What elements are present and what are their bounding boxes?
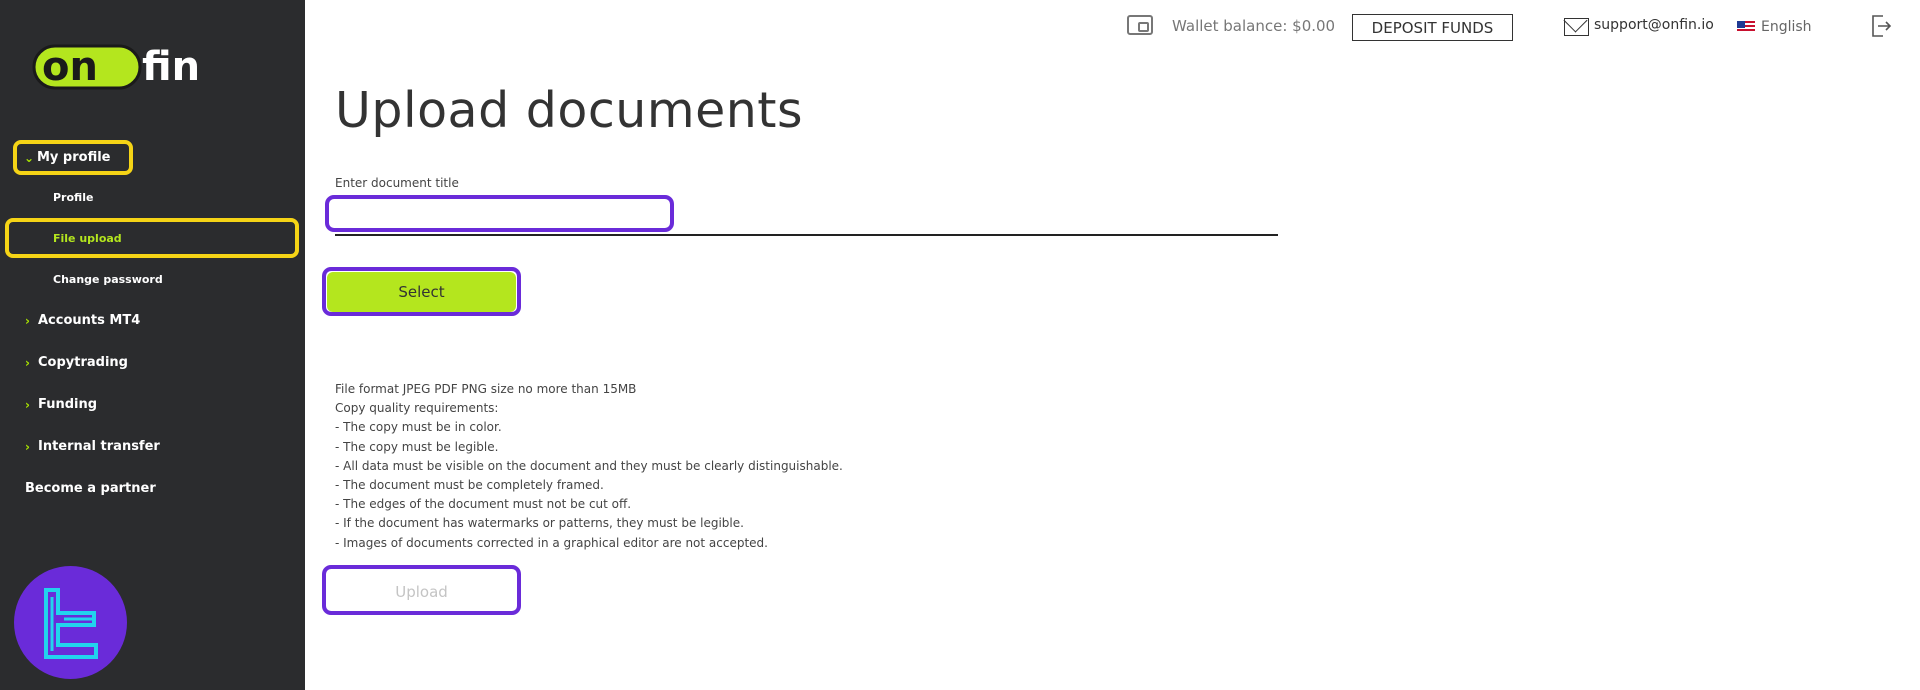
app-root: on fin ⌄ My profile Profile File upload … [0, 0, 1920, 690]
page-title: Upload documents [335, 82, 804, 139]
requirement-line: - All data must be visible on the docume… [335, 458, 843, 473]
requirement-line: File format JPEG PDF PNG size no more th… [335, 382, 637, 396]
sidebar: on fin ⌄ My profile Profile File upload … [0, 0, 305, 690]
requirement-line: - The document must be completely framed… [335, 478, 604, 493]
chevron-right-icon: › [25, 313, 30, 328]
sidebar-subitem-change-password[interactable]: Change password [53, 273, 163, 286]
wallet-icon [1127, 15, 1153, 35]
logout-icon[interactable] [1870, 14, 1892, 38]
sidebar-item-label: Become a partner [25, 481, 156, 496]
chevron-right-icon: › [25, 397, 30, 412]
sidebar-item-internal-transfer[interactable]: › Internal transfer [25, 439, 160, 454]
sidebar-item-accounts-mt4[interactable]: › Accounts MT4 [25, 313, 140, 328]
watermark-badge-icon [14, 566, 127, 679]
svg-text:on: on [42, 44, 98, 90]
chevron-right-icon: › [25, 439, 30, 454]
svg-text:fin: fin [142, 44, 200, 90]
language-selector[interactable]: English [1761, 19, 1812, 35]
sidebar-item-label: Accounts MT4 [38, 313, 141, 328]
sidebar-item-funding[interactable]: › Funding [25, 397, 97, 412]
sidebar-item-become-partner[interactable]: Become a partner [25, 481, 156, 496]
select-file-button[interactable]: Select [327, 272, 516, 312]
file-requirements: File format JPEG PDF PNG size no more th… [335, 380, 843, 553]
sidebar-subitem-profile[interactable]: Profile [53, 191, 93, 204]
sidebar-item-label: Copytrading [38, 355, 128, 370]
document-title-input[interactable] [335, 196, 1278, 236]
deposit-funds-button[interactable]: DEPOSIT FUNDS [1352, 14, 1513, 41]
document-title-label: Enter document title [335, 176, 459, 190]
support-email-link[interactable]: support@onfin.io [1594, 17, 1714, 33]
onfin-logo[interactable]: on fin [32, 42, 242, 92]
sidebar-subitem-file-upload[interactable]: File upload [53, 232, 122, 245]
us-flag-icon[interactable] [1737, 21, 1755, 33]
wallet-balance: Wallet balance: $0.00 [1172, 17, 1336, 35]
upload-button[interactable]: Upload [327, 572, 516, 612]
requirement-line: - If the document has watermarks or patt… [335, 516, 744, 531]
sidebar-item-copytrading[interactable]: › Copytrading [25, 355, 128, 370]
file-upload-highlight [5, 218, 299, 258]
mail-icon [1564, 18, 1589, 36]
chevron-down-icon: ⌄ [24, 150, 35, 165]
requirement-line: - Images of documents corrected in a gra… [335, 535, 768, 550]
sidebar-item-label: Internal transfer [38, 439, 160, 454]
sidebar-item-my-profile[interactable]: ⌄ My profile [24, 150, 111, 165]
sidebar-item-label: Funding [38, 397, 98, 412]
sidebar-item-label: My profile [37, 150, 111, 165]
requirement-line: Copy quality requirements: [335, 401, 499, 416]
requirement-line: - The copy must be in color. [335, 420, 502, 435]
chevron-right-icon: › [25, 355, 30, 370]
requirement-line: - The copy must be legible. [335, 439, 499, 454]
requirement-line: - The edges of the document must not be … [335, 497, 632, 512]
tc-logo-icon [43, 587, 98, 659]
